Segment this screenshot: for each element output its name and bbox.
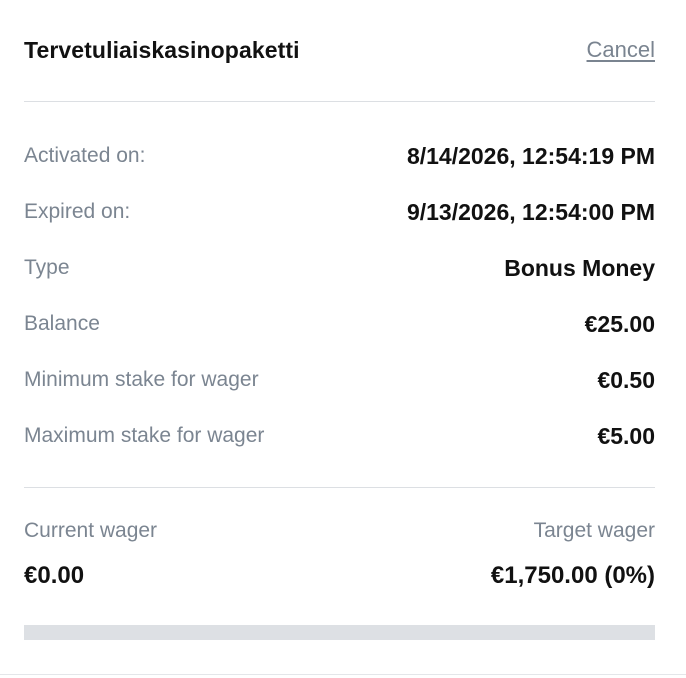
detail-row-activated: Activated on: 8/14/2026, 12:54:19 PM (24, 128, 655, 184)
detail-label: Balance (24, 312, 100, 335)
detail-row-expired: Expired on: 9/13/2026, 12:54:00 PM (24, 184, 655, 240)
cancel-link[interactable]: Cancel (587, 37, 655, 63)
detail-value: Bonus Money (504, 254, 655, 281)
bonus-details-list: Activated on: 8/14/2026, 12:54:19 PM Exp… (24, 128, 655, 464)
details-divider (24, 487, 655, 488)
detail-row-min-stake: Minimum stake for wager €0.50 (24, 352, 655, 408)
header-divider (24, 101, 655, 102)
detail-label: Activated on: (24, 144, 146, 167)
target-wager-value: €1,750.00 (0%) (490, 562, 655, 589)
detail-row-balance: Balance €25.00 (24, 296, 655, 352)
detail-label: Maximum stake for wager (24, 424, 265, 447)
wager-summary: Current wager €0.00 Target wager €1,750.… (24, 516, 655, 592)
target-wager-label: Target wager (533, 519, 655, 542)
detail-value: €25.00 (584, 310, 655, 337)
current-wager-label: Current wager (24, 519, 158, 542)
detail-row-max-stake: Maximum stake for wager €5.00 (24, 408, 655, 464)
detail-label: Type (24, 256, 70, 279)
detail-value: 9/13/2026, 12:54:00 PM (406, 198, 655, 225)
bonus-title: Tervetuliaiskasinopaketti (24, 36, 300, 63)
detail-label: Minimum stake for wager (24, 368, 259, 391)
detail-row-type: Type Bonus Money (24, 240, 655, 296)
card-bottom-border (0, 674, 686, 675)
current-wager: Current wager €0.00 (24, 516, 157, 592)
detail-value: 8/14/2026, 12:54:19 PM (406, 142, 655, 169)
bonus-details-card: Tervetuliaiskasinopaketti Cancel Activat… (0, 0, 686, 678)
detail-label: Expired on: (24, 200, 131, 223)
card-header: Tervetuliaiskasinopaketti Cancel (24, 28, 655, 72)
current-wager-value: €0.00 (24, 562, 85, 589)
target-wager: Target wager €1,750.00 (0%) (491, 516, 655, 592)
detail-value: €0.50 (597, 366, 655, 393)
wager-progress-bar (24, 625, 655, 640)
detail-value: €5.00 (597, 422, 655, 449)
